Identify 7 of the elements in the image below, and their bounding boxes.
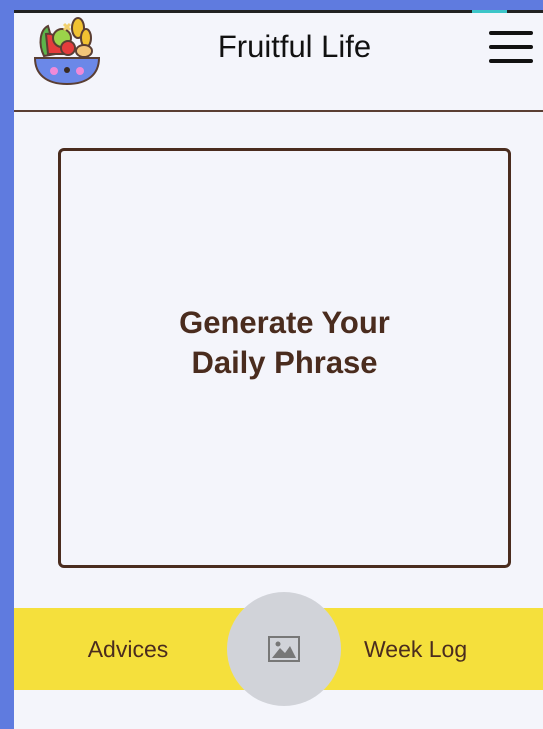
fruit-bowl-logo-icon [32, 16, 102, 86]
card-text: Generate Your Daily Phrase [178, 304, 391, 382]
nav-link[interactable]: Week Log [364, 636, 468, 662]
phrase-card[interactable]: Generate Your Daily Phrase [58, 148, 511, 568]
image-icon [268, 636, 300, 662]
app-title: Fruitful Life [216, 28, 372, 64]
nav-link[interactable]: Advices [88, 636, 168, 662]
